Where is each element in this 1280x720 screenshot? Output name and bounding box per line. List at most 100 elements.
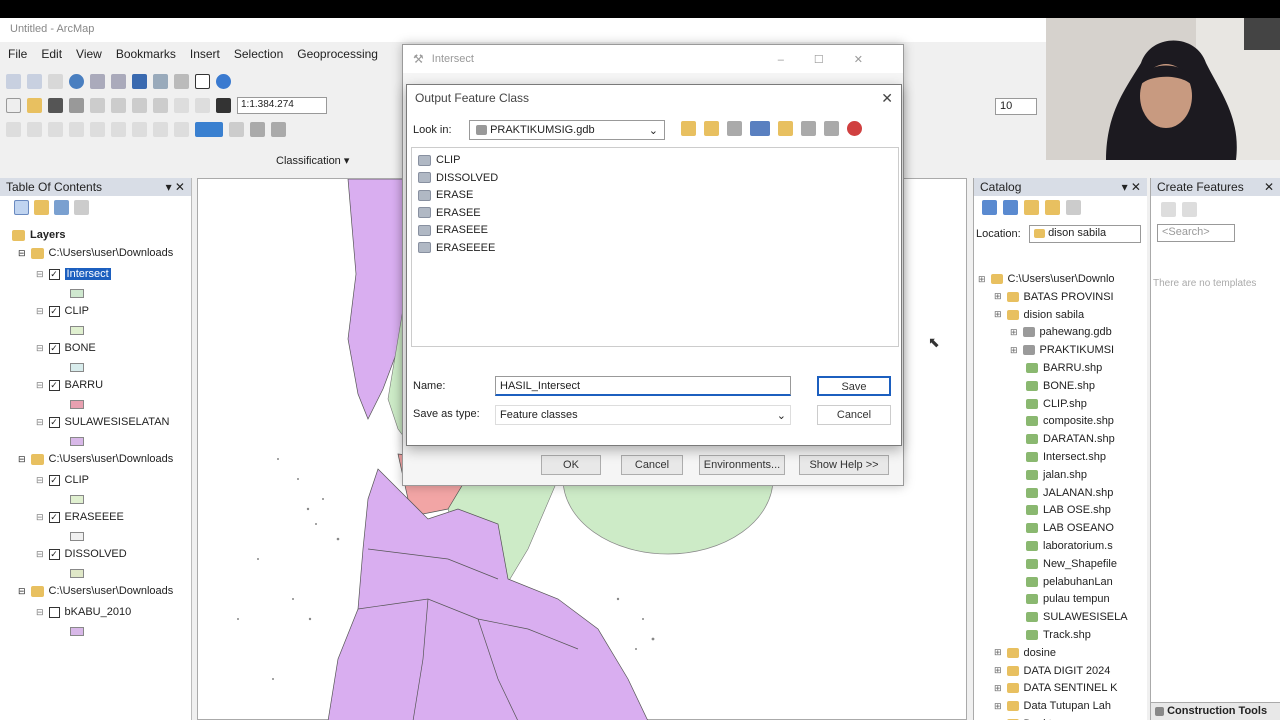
layer-symbol[interactable] <box>70 490 84 508</box>
forward-icon[interactable] <box>153 73 168 89</box>
back-icon[interactable] <box>132 73 147 89</box>
toc-layer[interactable]: ⊟ ✓ DISSOLVED <box>36 545 127 563</box>
up-one-level-icon[interactable] <box>681 121 696 136</box>
organize-templates-icon[interactable] <box>1161 202 1176 217</box>
copy-icon[interactable] <box>111 97 126 113</box>
cancel-button[interactable]: Cancel <box>817 405 891 425</box>
expand-icon[interactable]: ⊟ <box>36 475 44 486</box>
layer-visibility-checkbox[interactable]: ✓ <box>48 268 60 280</box>
expand-icon[interactable]: ⊞ <box>1010 345 1018 356</box>
catalog-item[interactable]: BARRU.shp <box>1026 359 1102 377</box>
layer-visibility-checkbox[interactable]: ✓ <box>48 474 60 486</box>
pan-icon[interactable] <box>48 73 63 89</box>
zoom-out-icon[interactable] <box>27 73 42 89</box>
undo-icon[interactable] <box>174 97 189 113</box>
catalog-item[interactable]: ⊞ pahewang.gdb <box>1010 323 1112 341</box>
paste-icon[interactable] <box>132 97 147 113</box>
catalog-item[interactable]: New_Shapefile <box>1026 555 1117 573</box>
expand-icon[interactable]: ⊞ <box>994 291 1002 302</box>
menu-insert[interactable]: Insert <box>190 47 220 61</box>
delete-icon[interactable] <box>153 97 168 113</box>
cut-polygon-icon[interactable] <box>90 121 105 137</box>
toc-layer[interactable]: ⊟ ✓ BARRU <box>36 376 103 394</box>
template-props-icon[interactable] <box>1182 202 1197 217</box>
catalog-item[interactable]: SULAWESISELA <box>1026 608 1128 626</box>
name-input[interactable]: HASIL_Intersect <box>495 376 791 396</box>
font-size-select[interactable]: 10 <box>995 98 1037 115</box>
view-menu-icon[interactable] <box>750 121 770 136</box>
catalog-item[interactable]: ⊞ C:\Users\user\Downlo <box>978 270 1115 288</box>
new-icon[interactable] <box>6 97 21 113</box>
split-icon[interactable] <box>111 121 126 137</box>
connect-to-folder-icon[interactable] <box>704 121 719 136</box>
show-help-button[interactable]: Show Help >> <box>799 455 889 475</box>
open-icon[interactable] <box>27 97 42 113</box>
dialog-close-icon[interactable]: ✕ <box>881 90 893 107</box>
scale-input[interactable]: 1:1.384.274 <box>237 96 327 114</box>
layer-visibility-checkbox[interactable] <box>48 606 60 618</box>
catalog-item[interactable]: DARATAN.shp <box>1026 430 1115 448</box>
database-icon[interactable] <box>847 121 862 136</box>
edit-tool-icon[interactable] <box>6 121 21 137</box>
catalog-item[interactable]: BONE.shp <box>1026 377 1095 395</box>
catalog-item[interactable]: LAB OSEANO <box>1026 519 1114 537</box>
menu-selection[interactable]: Selection <box>234 47 283 61</box>
expand-icon[interactable]: ⊟ <box>36 380 44 391</box>
toc-group-1[interactable]: ⊟ C:\Users\user\Downloads <box>18 450 173 468</box>
fixed-zoom-in-icon[interactable] <box>90 73 105 89</box>
toc-layers-root[interactable]: Layers <box>12 226 65 244</box>
layer-visibility-checkbox[interactable]: ✓ <box>48 379 60 391</box>
layer-visibility-checkbox[interactable]: ✓ <box>48 305 60 317</box>
save-as-type-select[interactable]: Feature classes ⌄ <box>495 405 791 425</box>
file-list-item[interactable]: ERASEEE <box>418 221 488 239</box>
catalog-item[interactable]: composite.shp <box>1026 412 1114 430</box>
new-folder-icon[interactable] <box>778 121 793 136</box>
catalog-item[interactable]: ⊞ BATAS PROVINSI <box>994 288 1114 306</box>
file-list-item[interactable]: DISSOLVED <box>418 169 498 187</box>
bank-icon[interactable] <box>250 121 265 137</box>
refresh-icon[interactable] <box>824 121 839 136</box>
toc-layer[interactable]: ⊟ bKABU_2010 <box>36 603 131 621</box>
toc-layer[interactable]: ⊟ ✓ ERASEEEE <box>36 508 124 526</box>
catalog-item[interactable]: pulau tempun <box>1026 590 1110 608</box>
toc-group-0[interactable]: ⊟ C:\Users\user\Downloads <box>18 244 173 262</box>
expand-icon[interactable]: ⊞ <box>1010 327 1018 338</box>
window-controls[interactable]: –☐✕ <box>778 53 893 66</box>
georef-icon[interactable] <box>271 121 286 137</box>
menu-view[interactable]: View <box>76 47 102 61</box>
expand-icon[interactable]: ⊟ <box>36 417 44 428</box>
menu-geoprocessing[interactable]: Geoprocessing <box>297 47 378 61</box>
cut-icon[interactable] <box>90 97 105 113</box>
vertex-icon[interactable] <box>48 121 63 137</box>
expand-icon[interactable]: ⊞ <box>994 647 1002 658</box>
fixed-zoom-out-icon[interactable] <box>111 73 126 89</box>
sketch-icon[interactable] <box>27 121 42 137</box>
environments-button[interactable]: Environments... <box>699 455 785 475</box>
catalog-view-icon[interactable] <box>801 121 816 136</box>
attributes-icon[interactable] <box>153 121 168 137</box>
toc-layer[interactable]: ⊟ ✓ BONE <box>36 339 96 357</box>
layer-visibility-checkbox[interactable]: ✓ <box>48 342 60 354</box>
disconnect-icon[interactable] <box>727 121 742 136</box>
layer-symbol[interactable] <box>70 432 84 450</box>
layer-symbol[interactable] <box>70 622 84 640</box>
expand-icon[interactable]: ⊞ <box>978 274 986 285</box>
reshape-icon[interactable] <box>69 121 84 137</box>
toc-layer[interactable]: ⊟ ✓ SULAWESISELATAN <box>36 413 169 431</box>
look-in-select[interactable]: PRAKTIKUMSIG.gdb ⌄ <box>469 120 665 140</box>
catalog-item[interactable]: ⊞ dosine <box>994 644 1056 662</box>
toc-layer[interactable]: ⊟ ✓ CLIP <box>36 302 89 320</box>
select-features-icon[interactable] <box>174 73 189 89</box>
menu-bookmarks[interactable]: Bookmarks <box>116 47 176 61</box>
file-list-item[interactable]: ERASEEEE <box>418 239 495 257</box>
template-search-input[interactable]: <Search> <box>1157 224 1235 242</box>
select-elements-icon[interactable] <box>195 73 210 89</box>
catalog-item[interactable]: ⊞ DATA SENTINEL K <box>994 679 1117 697</box>
layout-icon[interactable] <box>229 121 244 137</box>
toc-group-2[interactable]: ⊟ C:\Users\user\Downloads <box>18 582 173 600</box>
catalog-item[interactable]: ⊞ Data Tutupan Lah <box>994 697 1111 715</box>
expand-icon[interactable]: ⊞ <box>994 309 1002 320</box>
rotate-icon[interactable] <box>132 121 147 137</box>
layer-symbol[interactable] <box>70 395 84 413</box>
layer-visibility-checkbox[interactable]: ✓ <box>48 548 60 560</box>
